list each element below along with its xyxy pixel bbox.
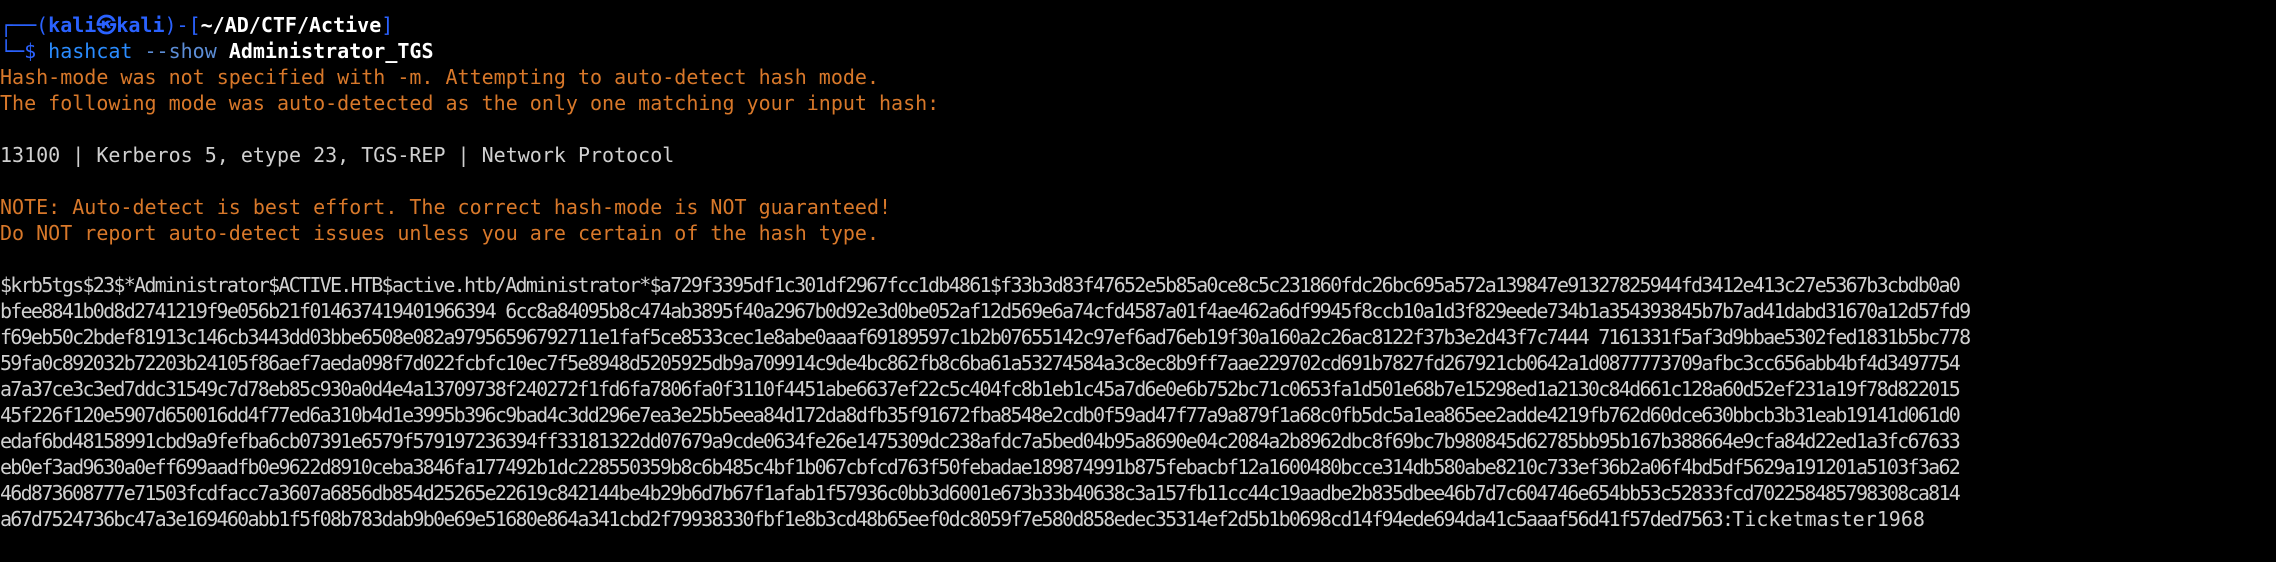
hash-line: bfee8841b0d8d2741219f9e056b21f0146374194… <box>0 299 1971 323</box>
note-message-2: Do NOT report auto-detect issues unless … <box>0 221 879 245</box>
hash-line: 59fa0c892032b72203b24105f86aef7aeda098f7… <box>0 351 1961 375</box>
prompt-line-top: ┌──(kali㉿kali)-[~/AD/CTF/Active] <box>0 12 2276 38</box>
command-line[interactable]: └─$ hashcat --show Administrator_TGS <box>0 38 2276 64</box>
hash-mode-line: 13100 | Kerberos 5, etype 23, TGS-REP | … <box>0 143 675 167</box>
prompt-corner-bottom: └─$ <box>0 39 49 63</box>
hash-line: $krb5tgs$23$*Administrator$ACTIVE.HTB$ac… <box>0 273 1961 297</box>
auto-detect-message-1: Hash-mode was not specified with -m. Att… <box>0 65 879 89</box>
hash-line: edaf6bd48158991cbd9a9fefba6cb07391e6579f… <box>0 429 1961 453</box>
command-flag: --show <box>144 39 217 63</box>
hash-tail: a67d7524736bc47a3e169460abb1f5f08b783dab… <box>0 507 1734 531</box>
prompt-close: ] <box>381 13 394 37</box>
cracked-password: Ticketmaster1968 <box>1732 507 1925 532</box>
hash-line: eb0ef3ad9630a0eff699aadfb0e9622d8910ceba… <box>0 455 1961 479</box>
note-message-1: NOTE: Auto-detect is best effort. The co… <box>0 195 892 219</box>
hash-line: a7a37ce3c3ed7ddc31549c7d78eb85c930a0d4e4… <box>0 377 1961 401</box>
hash-line: f69eb50c2bdef81913c146cb3443dd03bbe6508e… <box>0 325 1971 349</box>
prompt-at-icon: ㉿ <box>96 13 117 37</box>
hash-line-last: a67d7524736bc47a3e169460abb1f5f08b783dab… <box>0 506 2276 532</box>
prompt-separator: )-[ <box>164 13 201 37</box>
auto-detect-message-2: The following mode was auto-detected as … <box>0 91 940 115</box>
hash-line: 45f226f120e5907d650016dd4f77ed6a310b4d1e… <box>0 403 1961 427</box>
command-name: hashcat <box>48 39 133 63</box>
prompt-corner-top: ┌──( <box>0 13 49 37</box>
prompt-host: kali <box>116 13 165 37</box>
prompt-user: kali <box>48 13 97 37</box>
hash-line: 46d873608777e71503fcdfacc7a3607a6856db85… <box>0 481 1961 505</box>
prompt-path: ~/AD/CTF/Active <box>200 13 382 37</box>
terminal-window[interactable]: ┌──(kali㉿kali)-[~/AD/CTF/Active] └─$ has… <box>0 12 2276 532</box>
command-argument: Administrator_TGS <box>228 39 434 63</box>
